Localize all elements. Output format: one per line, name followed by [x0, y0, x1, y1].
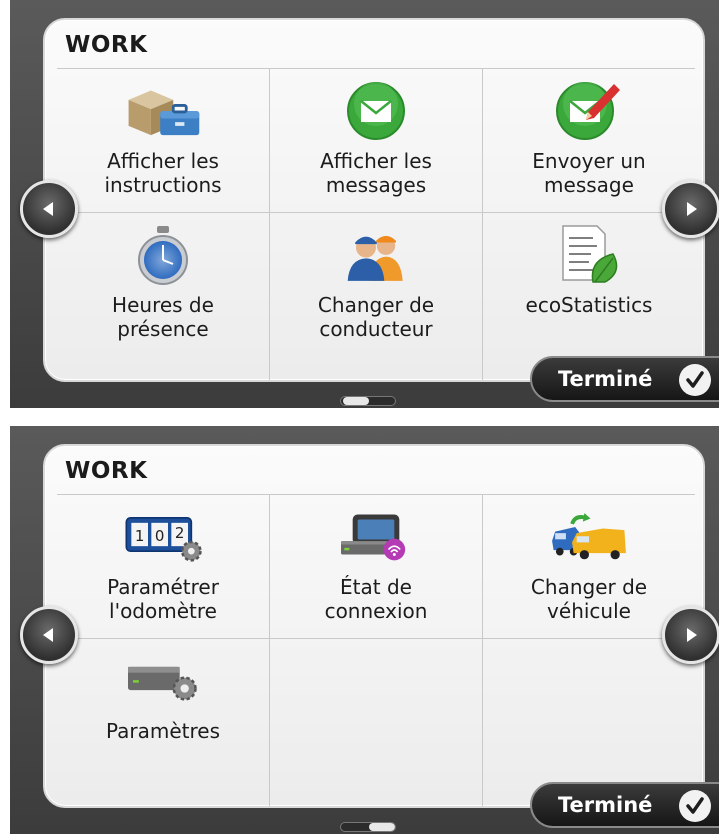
device-gear-icon	[123, 651, 203, 711]
menu-item-label: Changer de conducteur	[317, 293, 435, 341]
checkmark-icon	[679, 364, 711, 396]
done-label: Terminé	[558, 367, 653, 391]
arrow-right-icon	[687, 202, 697, 216]
next-page-button[interactable]	[662, 180, 719, 238]
page-indicator	[340, 396, 396, 406]
empty-cell	[269, 639, 482, 806]
arrow-left-icon	[43, 202, 53, 216]
work-menu-screen-1: WORK Afficher les instructions Afficher …	[10, 0, 719, 408]
page-indicator-dot	[343, 397, 369, 405]
menu-item-label: Changer de véhicule	[530, 575, 648, 623]
menu-item-label: Paramètres	[105, 719, 221, 743]
envelope-pencil-icon	[549, 81, 629, 141]
arrow-right-icon	[687, 628, 697, 642]
stopwatch-icon	[123, 225, 203, 285]
done-label: Terminé	[558, 793, 653, 817]
menu-item-changer-vehicule[interactable]: Changer de véhicule	[482, 495, 695, 638]
toolbox-package-icon	[123, 81, 203, 141]
drivers-icon	[336, 225, 416, 285]
menu-grid: 1 0 2 Paramétrer l'odomètre État de conn…	[57, 494, 695, 806]
menu-item-label: ecoStatistics	[525, 293, 653, 317]
menu-item-parametres[interactable]: Paramètres	[57, 639, 269, 806]
envelope-green-icon	[336, 81, 416, 141]
previous-page-button[interactable]	[20, 606, 78, 664]
menu-item-parametrer-odometre[interactable]: 1 0 2 Paramétrer l'odomètre	[57, 495, 269, 638]
svg-text:1: 1	[135, 527, 145, 545]
device-wireless-icon	[336, 507, 416, 567]
menu-item-label: Paramétrer l'odomètre	[107, 575, 219, 623]
menu-panel: WORK Afficher les instructions Afficher …	[43, 18, 705, 382]
panel-title: WORK	[65, 458, 148, 484]
eco-document-leaf-icon	[549, 225, 629, 285]
done-button[interactable]: Terminé	[530, 356, 719, 402]
menu-panel: WORK 1 0 2 Paramétrer l'odomètre État de…	[43, 444, 705, 808]
done-button[interactable]: Terminé	[530, 782, 719, 828]
arrow-left-icon	[43, 628, 53, 642]
svg-text:2: 2	[175, 524, 185, 542]
previous-page-button[interactable]	[20, 180, 78, 238]
checkmark-icon	[679, 790, 711, 822]
menu-item-etat-connexion[interactable]: État de connexion	[269, 495, 482, 638]
svg-text:0: 0	[155, 527, 165, 545]
menu-grid: Afficher les instructions Afficher les m…	[57, 68, 695, 380]
next-page-button[interactable]	[662, 606, 719, 664]
menu-item-afficher-messages[interactable]: Afficher les messages	[269, 69, 482, 212]
page-indicator-dot	[369, 823, 395, 831]
page-indicator	[340, 822, 396, 832]
work-menu-screen-2: WORK 1 0 2 Paramétrer l'odomètre État de…	[10, 426, 719, 834]
vans-swap-icon	[549, 507, 629, 567]
menu-item-envoyer-message[interactable]: Envoyer un message	[482, 69, 695, 212]
menu-item-afficher-instructions[interactable]: Afficher les instructions	[57, 69, 269, 212]
menu-item-label: Afficher les messages	[320, 149, 432, 197]
panel-title: WORK	[65, 32, 148, 58]
odometer-gear-icon: 1 0 2	[123, 507, 203, 567]
menu-item-changer-conducteur[interactable]: Changer de conducteur	[269, 213, 482, 380]
menu-item-heures-presence[interactable]: Heures de présence	[57, 213, 269, 380]
menu-item-label: Afficher les instructions	[104, 149, 222, 197]
menu-item-label: Heures de présence	[112, 293, 214, 341]
menu-item-label: État de connexion	[324, 575, 428, 623]
menu-item-label: Envoyer un message	[532, 149, 646, 197]
